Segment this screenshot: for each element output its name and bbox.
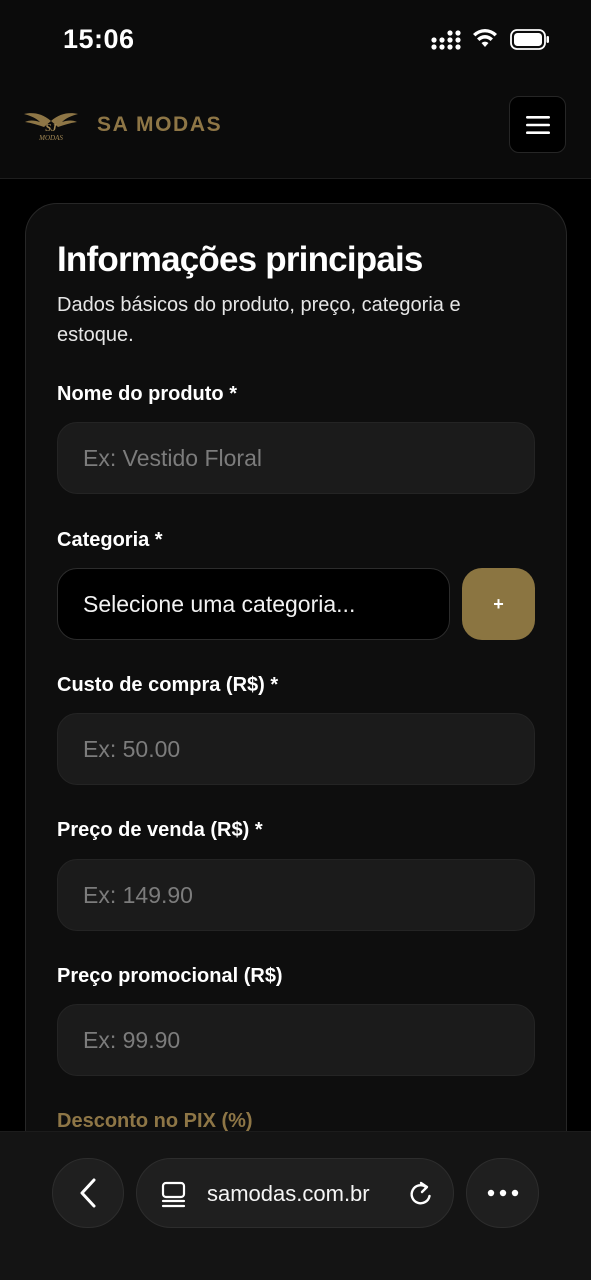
hamburger-menu-icon xyxy=(525,115,550,134)
address-bar[interactable]: samodas.com.br xyxy=(136,1158,454,1228)
product-name-input[interactable] xyxy=(57,422,535,494)
back-button[interactable] xyxy=(52,1158,124,1228)
brand-name[interactable]: SA MODAS xyxy=(97,113,222,137)
svg-text:SJ: SJ xyxy=(45,122,57,134)
status-bar: 15:06 xyxy=(0,0,591,80)
address-url: samodas.com.br xyxy=(207,1181,370,1206)
add-category-button[interactable]: + xyxy=(462,568,535,640)
cost-price-input[interactable] xyxy=(57,713,535,785)
promo-price-label: Preço promocional (R$) xyxy=(57,965,283,987)
product-name-label: Nome do produto * xyxy=(57,383,237,405)
product-info-card: Informações principais Dados básicos do … xyxy=(25,203,567,1203)
back-arrow-icon xyxy=(80,1178,96,1208)
svg-text:MODAS: MODAS xyxy=(38,134,63,142)
browser-toolbar: samodas.com.br xyxy=(0,1131,591,1280)
category-select[interactable]: Selecione uma categoria... xyxy=(57,568,450,640)
more-options-button[interactable] xyxy=(466,1158,539,1228)
app-header: SJ MODAS SA MODAS xyxy=(0,80,591,179)
cellular-signal-icon xyxy=(431,30,461,50)
tab-layout-icon xyxy=(161,1181,186,1208)
category-select-value: Selecione uma categoria... xyxy=(83,590,356,617)
cost-price-label: Custo de compra (R$) * xyxy=(57,674,279,696)
sale-price-label: Preço de venda (R$) * xyxy=(57,819,263,841)
wifi-icon xyxy=(473,29,497,47)
promo-price-input[interactable] xyxy=(57,1004,535,1076)
section-title: Informações principais xyxy=(57,240,423,279)
menu-button[interactable] xyxy=(509,96,566,153)
section-subtitle: Dados básicos do produto, preço, categor… xyxy=(57,294,461,346)
pix-discount-label: Desconto no PIX (%) xyxy=(57,1110,253,1132)
status-time: 15:06 xyxy=(63,24,135,54)
battery-icon xyxy=(510,29,549,50)
more-dots-icon xyxy=(487,1189,518,1197)
category-label: Categoria * xyxy=(57,529,163,551)
brand-logo-icon[interactable]: SJ MODAS xyxy=(22,108,80,142)
reload-icon[interactable] xyxy=(407,1180,435,1208)
sale-price-input[interactable] xyxy=(57,859,535,931)
